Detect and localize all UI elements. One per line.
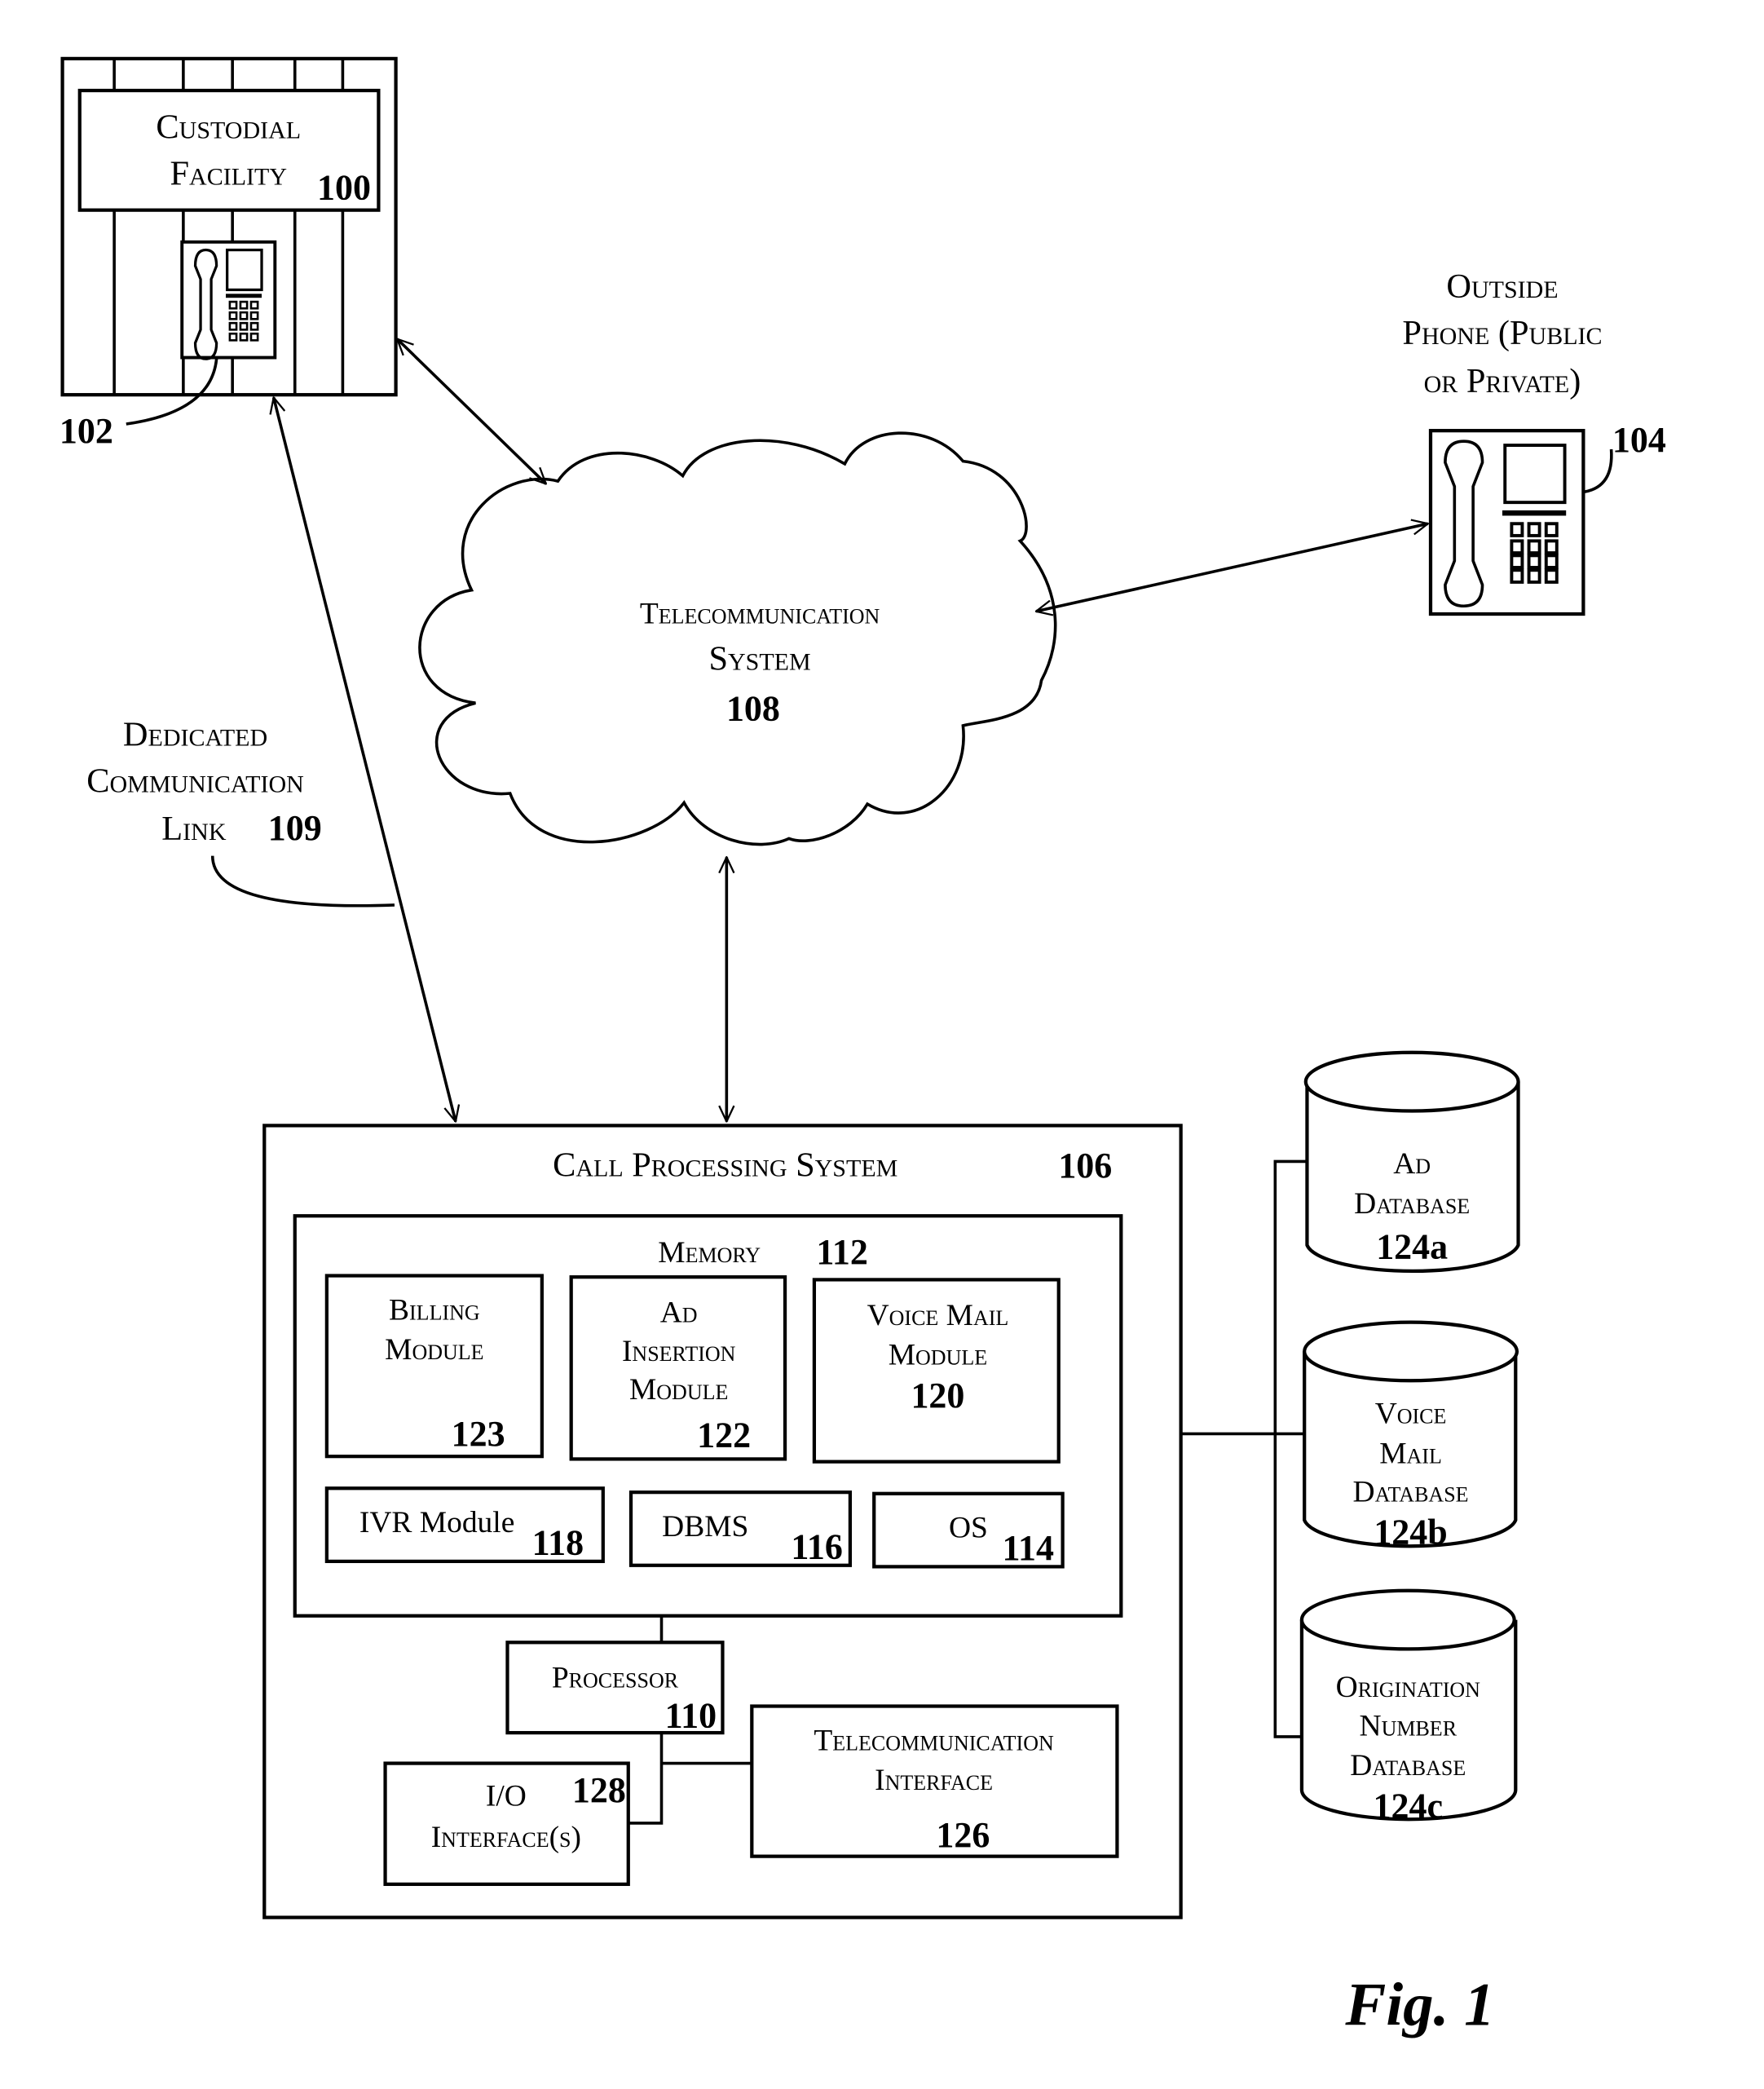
telecom-outside-phone-link — [1036, 523, 1428, 612]
facility-ref: 100 — [317, 168, 371, 208]
voice-mail-module-line2: Module — [889, 1339, 987, 1372]
telecom-interface-ref: 126 — [936, 1815, 990, 1855]
telecom-interface: Telecommunication Interface 126 — [750, 1704, 1119, 1858]
origination-database-ref: 124c — [1374, 1786, 1444, 1826]
dbms-ref: 116 — [791, 1527, 843, 1567]
voice-mail-database: Voice Mail Database 124b — [1303, 1320, 1519, 1552]
dbms-label: DBMS — [662, 1510, 748, 1544]
io-interfaces-line1: I/O — [486, 1780, 527, 1813]
call-processing-title: Call Processing System — [553, 1146, 897, 1184]
patent-figure: Custodial Facility 100 102 Outside Phone… — [60, 56, 1666, 2039]
dedicated-link-line1: Dedicated — [123, 715, 267, 753]
telecom-interface-line2: Interface — [875, 1764, 993, 1797]
outside-phone-leader — [1584, 448, 1613, 493]
custodial-facility: Custodial Facility 100 102 — [60, 56, 398, 451]
voice-mail-database-line2: Mail — [1379, 1437, 1442, 1470]
cloud-shape — [418, 431, 1057, 846]
origination-number-database: Origination Number Database 124c — [1299, 1588, 1518, 1826]
os: OS 114 — [872, 1491, 1065, 1569]
processor-label: Processor — [552, 1662, 679, 1695]
voice-mail-module: Voice Mail Module 120 — [812, 1278, 1061, 1464]
facility-telecom-link — [397, 339, 546, 484]
origination-database-line3: Database — [1350, 1749, 1466, 1782]
io-interfaces-line2: Interface(s) — [431, 1821, 581, 1854]
telecom-ref: 108 — [726, 688, 780, 728]
ad-insertion-module-line2: Insertion — [622, 1335, 736, 1368]
dedicated-link-line2: Communication — [86, 762, 304, 800]
facility-label-line2: Facility — [170, 155, 288, 193]
outside-phone-label-line2: Phone (Public — [1402, 314, 1602, 352]
dedicated-link-ref: 109 — [268, 808, 322, 848]
ivr-module-ref: 118 — [532, 1523, 584, 1563]
ad-insertion-module: Ad Insertion Module 122 — [569, 1275, 787, 1461]
telecom-label-line2: System — [708, 639, 810, 678]
memory: Memory 112 Billing Module 123 Ad Inserti… — [293, 1214, 1123, 1618]
outside-phone-ref: 104 — [1612, 420, 1666, 460]
outside-phone-label-line1: Outside — [1446, 267, 1558, 306]
voice-mail-database-line1: Voice — [1375, 1397, 1447, 1430]
memory-title: Memory — [658, 1236, 761, 1270]
io-interfaces: I/O Interface(s) 128 — [383, 1761, 630, 1886]
memory-ref: 112 — [816, 1232, 868, 1272]
dedicated-link-line3: Link — [161, 810, 227, 848]
io-interfaces-ref: 128 — [572, 1770, 626, 1810]
ad-insertion-module-ref: 122 — [697, 1415, 751, 1455]
voice-mail-database-line3: Database — [1353, 1476, 1469, 1509]
outside-phone: Outside Phone (Public or Private) 104 — [1402, 267, 1666, 616]
origination-database-cylinder-top — [1299, 1588, 1516, 1651]
telecom-system-cloud: Telecommunication System 108 — [418, 431, 1057, 846]
ad-database-line2: Database — [1354, 1187, 1470, 1221]
billing-module-line1: Billing — [389, 1293, 480, 1327]
origination-database-line1: Origination — [1336, 1671, 1480, 1704]
ad-database-cylinder-top — [1303, 1050, 1520, 1113]
voice-mail-database-ref: 124b — [1374, 1513, 1447, 1552]
telecom-label-line1: Telecommunication — [640, 597, 880, 630]
billing-module: Billing Module 123 — [324, 1274, 544, 1459]
facility-phone-ref: 102 — [60, 411, 113, 451]
dedicated-link-leader — [210, 855, 395, 908]
dedicated-link-label: Dedicated Communication Link 109 — [86, 715, 395, 908]
facility-phone-icon — [180, 240, 277, 360]
outside-phone-icon — [1428, 429, 1585, 616]
processor: Processor 110 — [505, 1641, 725, 1736]
processor-ref: 110 — [665, 1696, 717, 1736]
outside-phone-label-line3: or Private) — [1424, 362, 1581, 400]
ad-database-line1: Ad — [1393, 1147, 1431, 1181]
voice-mail-module-line1: Voice Mail — [867, 1299, 1009, 1332]
voice-mail-database-cylinder-top — [1303, 1320, 1519, 1383]
ad-insertion-module-line3: Module — [629, 1373, 728, 1407]
call-processing-system: Call Processing System 106 Memory 112 Bi… — [262, 1124, 1183, 1919]
call-processing-ref: 106 — [1058, 1146, 1112, 1186]
dbms: DBMS 116 — [628, 1491, 853, 1567]
dedicated-communication-link — [274, 397, 456, 1121]
figure-caption: Fig. 1 — [1344, 1972, 1494, 2039]
voice-mail-module-ref: 120 — [911, 1376, 964, 1415]
ivr-module: IVR Module 118 — [324, 1486, 605, 1564]
ad-insertion-module-line1: Ad — [660, 1296, 698, 1330]
telecom-interface-line1: Telecommunication — [814, 1724, 1054, 1757]
ad-database-ref: 124a — [1376, 1226, 1448, 1266]
os-ref: 114 — [1002, 1528, 1054, 1568]
ad-database: Ad Database 124a — [1303, 1050, 1520, 1274]
billing-module-line2: Module — [385, 1333, 483, 1367]
facility-label-line1: Custodial — [156, 108, 301, 147]
os-label: OS — [949, 1512, 988, 1545]
billing-module-ref: 123 — [452, 1414, 505, 1454]
ivr-module-label: IVR Module — [359, 1506, 514, 1539]
origination-database-line2: Number — [1360, 1709, 1458, 1742]
